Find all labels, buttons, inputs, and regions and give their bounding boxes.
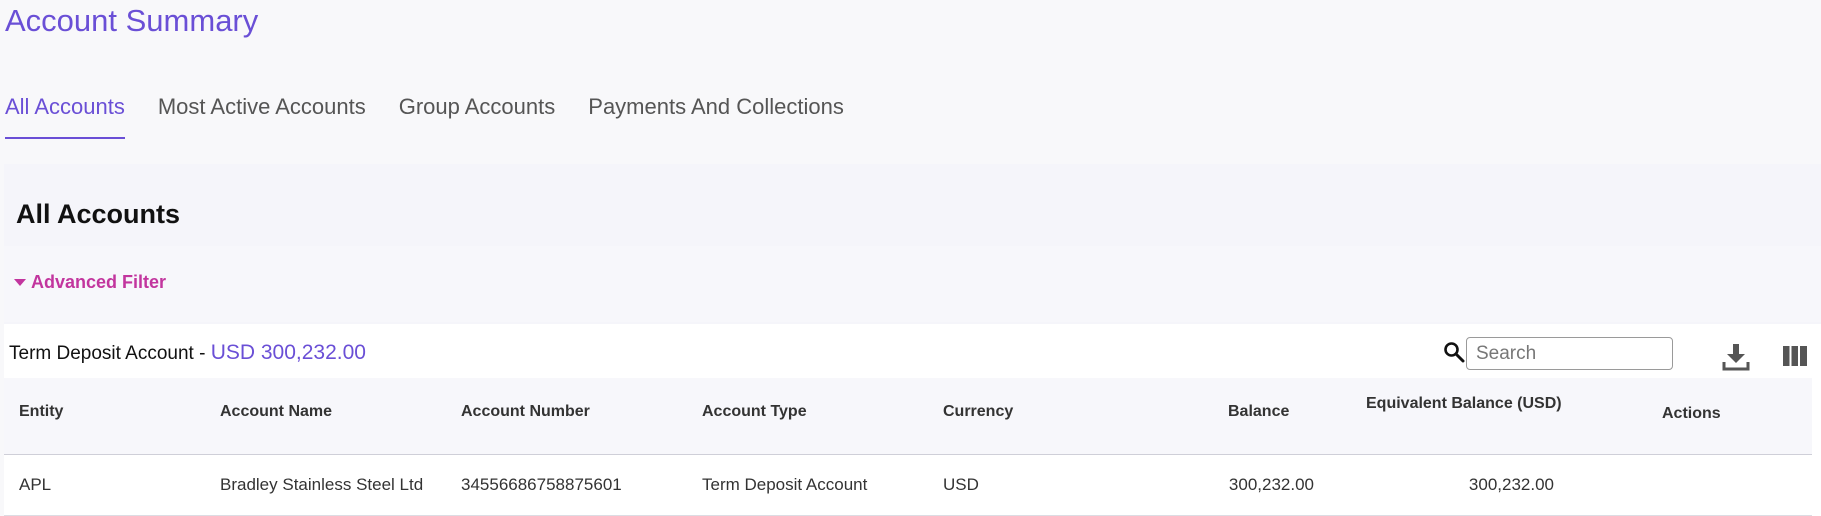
column-header-account-number[interactable]: Account Number bbox=[461, 403, 590, 421]
download-icon[interactable] bbox=[1721, 342, 1751, 372]
filter-bar: Advanced Filter bbox=[4, 246, 1821, 322]
column-header-account-type[interactable]: Account Type bbox=[702, 403, 807, 421]
cell-currency: USD bbox=[943, 475, 979, 494]
column-header-actions: Actions bbox=[1662, 405, 1721, 422]
tab-payments-and-collections[interactable]: Payments And Collections bbox=[588, 94, 844, 139]
cell-account-number[interactable]: 34556686758875601 bbox=[461, 475, 622, 495]
cell-balance: 300,232.00 bbox=[1228, 475, 1314, 494]
table-row[interactable]: APL Bradley Stainless Steel Ltd 34556686… bbox=[4, 455, 1812, 516]
tab-most-active-accounts[interactable]: Most Active Accounts bbox=[158, 94, 366, 139]
column-header-currency[interactable]: Currency bbox=[943, 403, 1013, 421]
advanced-filter-label: Advanced Filter bbox=[31, 272, 167, 292]
page-title: Account Summary bbox=[5, 3, 259, 38]
column-header-entity[interactable]: Entity bbox=[19, 403, 63, 421]
search-icon[interactable] bbox=[1443, 341, 1465, 363]
table-header: Entity Account Name Account Number Accou… bbox=[4, 378, 1812, 455]
columns-icon[interactable] bbox=[1783, 346, 1807, 366]
column-header-equivalent-balance[interactable]: Equivalent Balance (USD) bbox=[1366, 395, 1562, 413]
total-balance: USD 300,232.00 bbox=[210, 341, 366, 364]
search-input[interactable] bbox=[1466, 337, 1673, 370]
column-header-account-name[interactable]: Account Name bbox=[220, 403, 332, 421]
all-accounts-section: All Accounts Advanced Filter bbox=[4, 164, 1821, 324]
column-header-balance[interactable]: Balance bbox=[1228, 403, 1289, 421]
tab-group-accounts[interactable]: Group Accounts bbox=[399, 94, 556, 139]
tab-bar: All Accounts Most Active Accounts Group … bbox=[5, 94, 877, 139]
account-type-label: Term Deposit Account - bbox=[9, 343, 211, 364]
section-title: All Accounts bbox=[16, 199, 181, 229]
cell-account-type: Term Deposit Account bbox=[702, 475, 868, 494]
cell-account-name: Bradley Stainless Steel Ltd bbox=[220, 475, 424, 494]
tab-all-accounts[interactable]: All Accounts bbox=[5, 94, 125, 139]
advanced-filter-toggle[interactable]: Advanced Filter bbox=[14, 272, 166, 293]
account-summary-line: Term Deposit Account - USD 300,232.00 bbox=[9, 341, 366, 365]
caret-down-icon bbox=[14, 279, 26, 286]
accounts-panel: Term Deposit Account - USD 300,232.00 En… bbox=[4, 324, 1821, 516]
cell-entity: APL bbox=[19, 475, 52, 494]
cell-equivalent-balance: 300,232.00 bbox=[1468, 475, 1554, 494]
